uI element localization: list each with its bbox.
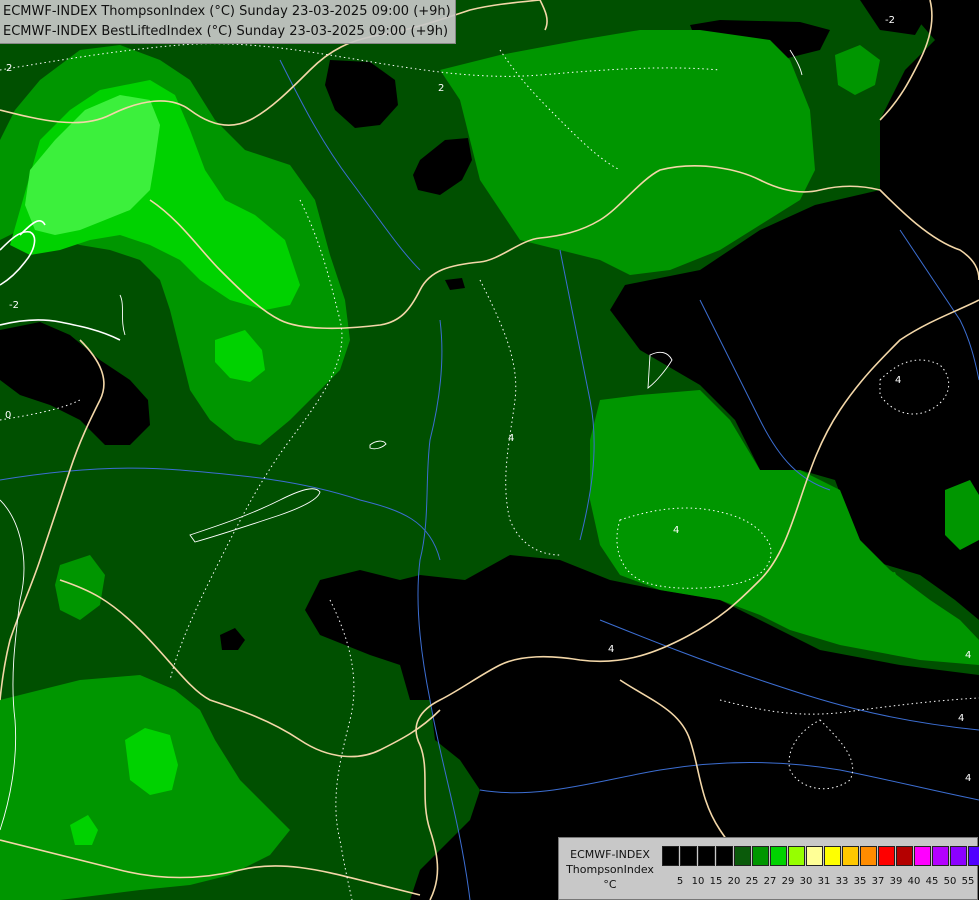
legend-tick-label: 30 <box>799 876 813 887</box>
legend-tick-label: 45 <box>925 876 939 887</box>
legend-tick-label: 10 <box>691 876 705 887</box>
legend-swatch <box>716 846 733 866</box>
contour-label: 2 <box>438 83 444 94</box>
legend-swatch <box>932 846 949 866</box>
legend-tick-label: 37 <box>871 876 885 887</box>
legend-tick-label: 27 <box>763 876 777 887</box>
legend-tick-label: 40 <box>907 876 921 887</box>
contour-label: 4 <box>608 644 614 655</box>
legend-swatch <box>788 846 805 866</box>
legend-swatch <box>968 846 979 866</box>
legend-swatch <box>770 846 787 866</box>
contour-label: 0 <box>5 410 11 421</box>
legend-swatch <box>878 846 895 866</box>
legend-swatch <box>734 846 751 866</box>
legend-tick-label: 35 <box>853 876 867 887</box>
legend-swatch <box>842 846 859 866</box>
legend-swatch <box>752 846 769 866</box>
legend-swatch <box>806 846 823 866</box>
legend-tick-label: 55 <box>961 876 975 887</box>
legend-model: ECMWF-INDEX <box>570 848 650 861</box>
legend-tick-label: 33 <box>835 876 849 887</box>
legend-swatch <box>662 846 679 866</box>
legend-tick-label: 29 <box>781 876 795 887</box>
legend-ticks: 51015202527293031333537394045505560 <box>671 876 979 887</box>
legend-swatch <box>680 846 697 866</box>
title-bestlifted: ECMWF-INDEX BestLiftedIndex (°C) Sunday … <box>3 24 449 39</box>
legend-swatches <box>662 846 979 866</box>
contour-label: 4 <box>895 375 901 386</box>
contour-label: 4 <box>965 650 971 661</box>
legend-swatch <box>896 846 913 866</box>
weather-map: 2 2 -2 0 4 4 4 4 4 4 -2 4 <box>0 0 979 900</box>
title-thompson: ECMWF-INDEX ThompsonIndex (°C) Sunday 23… <box>3 4 451 19</box>
legend-parameter: ThompsonIndex <box>566 863 654 876</box>
contour-label: 2 <box>6 63 12 74</box>
contour-label: -2 <box>9 300 19 311</box>
color-legend: ECMWF-INDEX ThompsonIndex °C 5 10 15 20 25 27… <box>558 837 979 900</box>
mid-green-region <box>945 480 979 550</box>
contour-label: 4 <box>673 525 679 536</box>
legend-swatch <box>824 846 841 866</box>
contour-label: 4 <box>965 773 971 784</box>
contour-label: 4 <box>958 713 964 724</box>
legend-tick-label: 50 <box>943 876 957 887</box>
legend-swatch <box>914 846 931 866</box>
legend-tick-label: 5 <box>676 876 684 887</box>
legend-tick-label: 15 <box>709 876 723 887</box>
legend-unit: °C <box>603 878 617 891</box>
map-title: ECMWF-INDEX ThompsonIndex (°C) Sunday 23… <box>0 0 456 44</box>
legend-swatch <box>860 846 877 866</box>
legend-swatch <box>698 846 715 866</box>
legend-tick-label: 39 <box>889 876 903 887</box>
contour-label: 4 <box>508 433 514 444</box>
legend-tick-label: 31 <box>817 876 831 887</box>
legend-tick-label: 25 <box>745 876 759 887</box>
contour-label: -2 <box>885 15 895 26</box>
legend-swatch <box>950 846 967 866</box>
legend-tick-label: 20 <box>727 876 741 887</box>
